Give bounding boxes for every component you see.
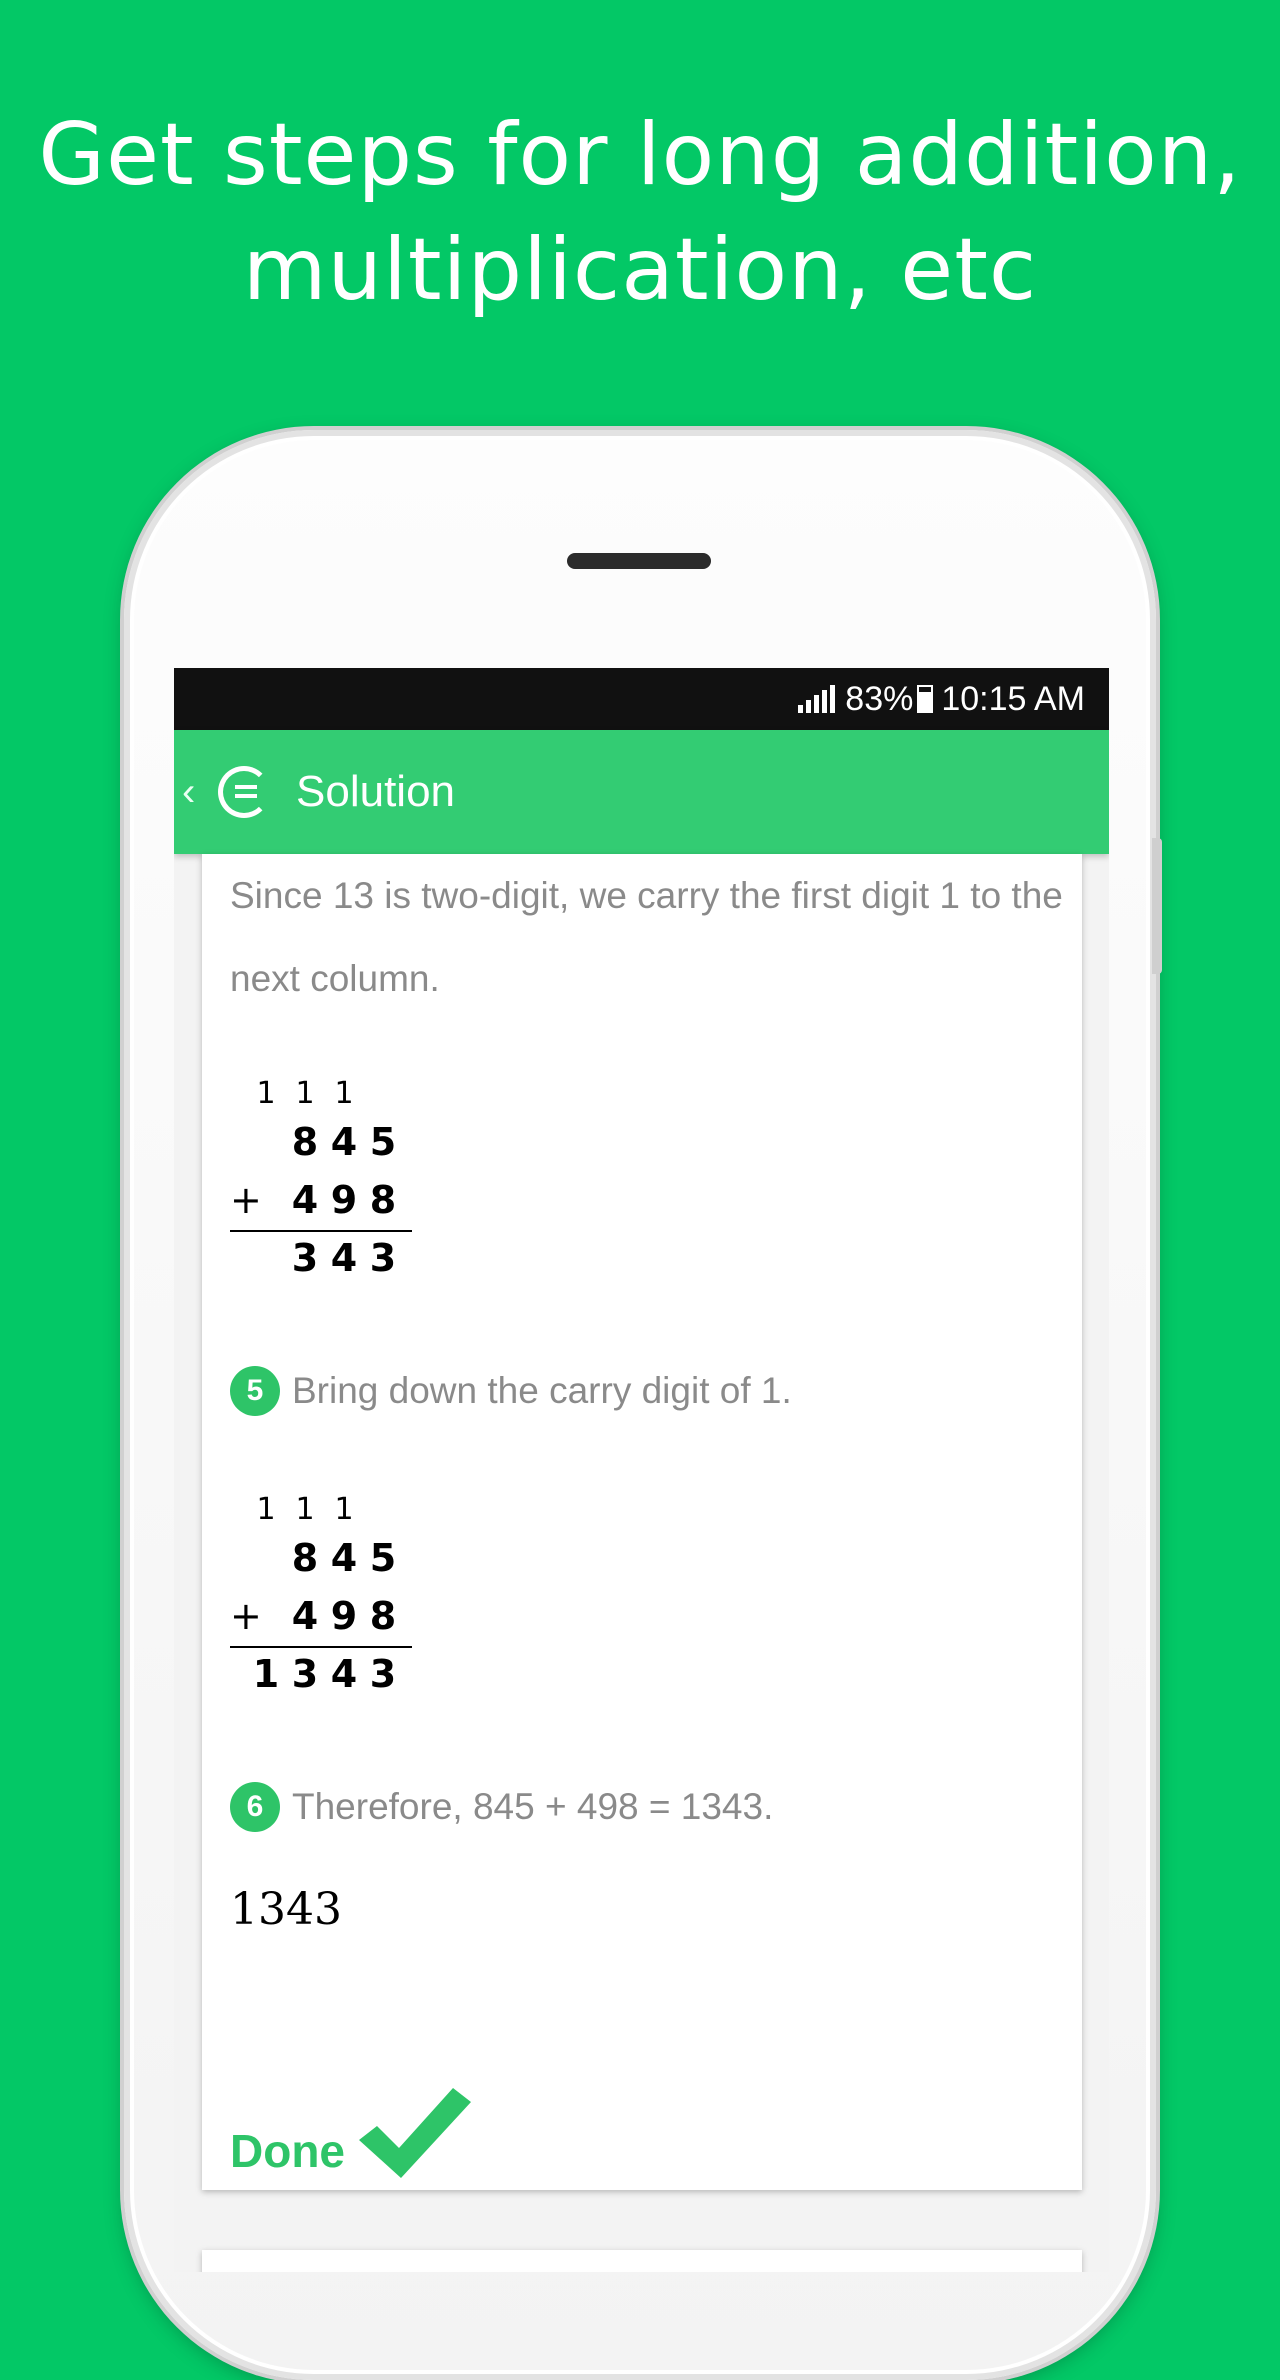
addend-digit: 8 bbox=[291, 1120, 319, 1164]
addend-digit: 9 bbox=[330, 1178, 358, 1222]
addend-digit: 8 bbox=[291, 1536, 319, 1580]
phone-screen: 83% 10:15 AM ‹ Solution Since 13 is two-… bbox=[174, 668, 1109, 2272]
app-logo-icon[interactable] bbox=[218, 766, 270, 818]
step-5: 5 Bring down the carry digit of 1. bbox=[230, 1366, 792, 1416]
plus-operator: + bbox=[230, 1594, 262, 1638]
carry-digit: 1 bbox=[334, 1076, 354, 1111]
carry-digit: 1 bbox=[256, 1492, 276, 1527]
addend-digit: 4 bbox=[330, 1536, 358, 1580]
step-text: Therefore, 845 + 498 = 1343. bbox=[292, 1786, 774, 1827]
app-title: Solution bbox=[296, 767, 456, 816]
carry-digit: 1 bbox=[256, 1076, 276, 1111]
signal-icon bbox=[798, 685, 836, 713]
status-bar: 83% 10:15 AM bbox=[174, 668, 1109, 730]
next-card bbox=[202, 2250, 1082, 2272]
result-digit: 3 bbox=[369, 1236, 397, 1280]
headline-line-2: multiplication, etc bbox=[242, 220, 1038, 320]
phone-speaker bbox=[567, 553, 711, 569]
addend-digit: 5 bbox=[369, 1120, 397, 1164]
headline: Get steps for long addition, multiplicat… bbox=[0, 98, 1280, 328]
addend-digit: 4 bbox=[291, 1594, 319, 1638]
solution-card: Since 13 is two-digit, we carry the firs… bbox=[202, 854, 1082, 2190]
result-digit: 3 bbox=[291, 1236, 319, 1280]
addend-digit: 9 bbox=[330, 1594, 358, 1638]
addition-calc-1: 1 1 1 8 4 5 + 4 9 8 3 4 3 bbox=[230, 1064, 430, 1288]
step-text: Bring down the carry digit of 1. bbox=[292, 1370, 792, 1411]
done-indicator: Done bbox=[230, 2082, 475, 2178]
done-label: Done bbox=[230, 2125, 345, 2177]
result-digit: 4 bbox=[330, 1652, 358, 1696]
step-6: 6 Therefore, 845 + 498 = 1343. bbox=[230, 1782, 773, 1832]
step-number-badge: 5 bbox=[230, 1366, 280, 1416]
final-answer: 1343 bbox=[230, 1884, 342, 1935]
result-digit: 4 bbox=[330, 1236, 358, 1280]
status-time: 10:15 AM bbox=[941, 679, 1085, 718]
addend-digit: 8 bbox=[369, 1594, 397, 1638]
result-digit: 3 bbox=[291, 1652, 319, 1696]
step-number-badge: 6 bbox=[230, 1782, 280, 1832]
carry-digit: 1 bbox=[295, 1492, 315, 1527]
battery-percent: 83% bbox=[845, 679, 914, 718]
carry-digit: 1 bbox=[334, 1492, 354, 1527]
step-intro-text: Since 13 is two-digit, we carry the firs… bbox=[230, 875, 1063, 999]
carry-digit: 1 bbox=[295, 1076, 315, 1111]
result-digit: 3 bbox=[369, 1652, 397, 1696]
addend-digit: 8 bbox=[369, 1178, 397, 1222]
checkmark-icon bbox=[359, 2088, 471, 2178]
headline-line-1: Get steps for long addition, bbox=[38, 105, 1242, 205]
battery-icon bbox=[917, 685, 934, 713]
addend-digit: 4 bbox=[330, 1120, 358, 1164]
addition-calc-2: 1 1 1 8 4 5 + 4 9 8 1 3 4 3 bbox=[230, 1480, 430, 1704]
back-chevron-icon[interactable]: ‹ bbox=[182, 770, 208, 815]
result-digit: 1 bbox=[252, 1652, 280, 1696]
plus-operator: + bbox=[230, 1178, 262, 1222]
app-bar: ‹ Solution bbox=[174, 730, 1109, 854]
phone-side-button bbox=[1152, 838, 1162, 974]
addend-digit: 5 bbox=[369, 1536, 397, 1580]
addend-digit: 4 bbox=[291, 1178, 319, 1222]
